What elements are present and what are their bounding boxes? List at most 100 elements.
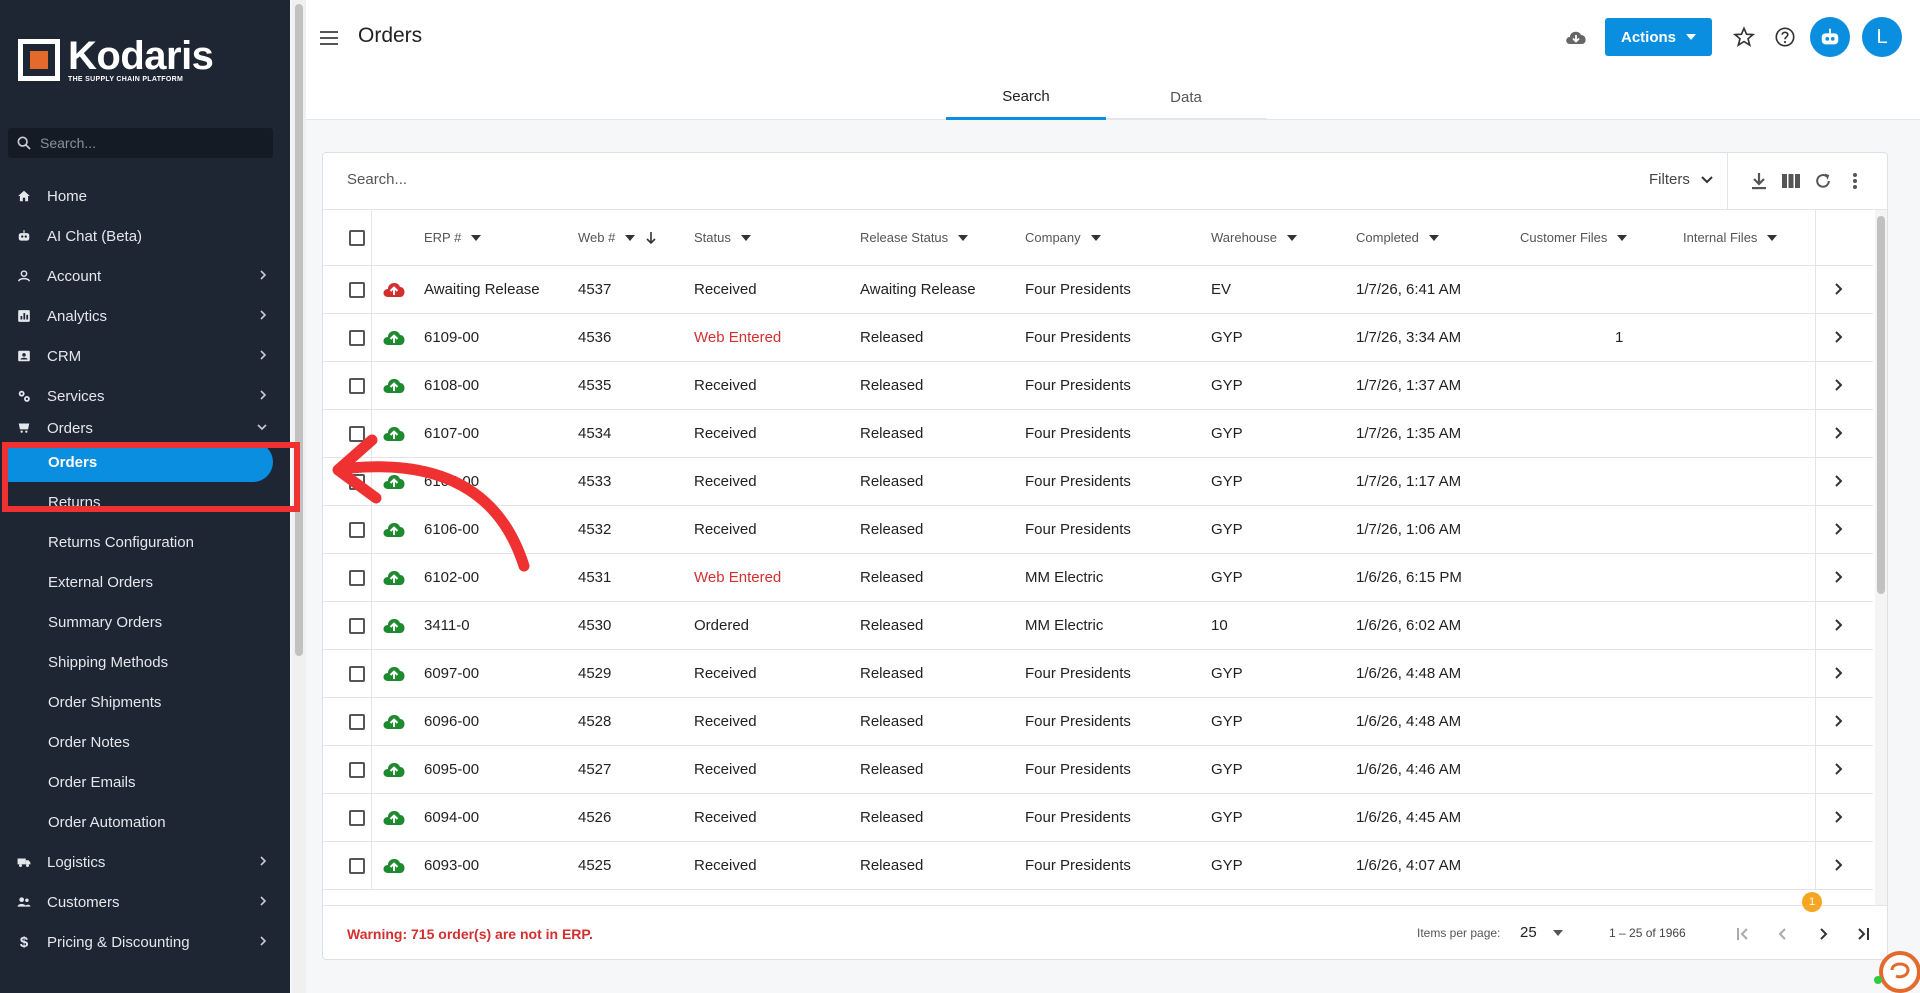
sidebar-item-orders[interactable]: Orders: [0, 416, 290, 442]
row-open-chevron-icon[interactable]: [1833, 522, 1843, 540]
column-header-status[interactable]: Status: [694, 230, 751, 245]
hamburger-menu-icon[interactable]: [318, 28, 340, 48]
row-checkbox[interactable]: [349, 282, 365, 298]
column-header-release-status[interactable]: Release Status: [860, 230, 969, 245]
cloud-upload-success-icon[interactable]: [381, 470, 407, 496]
tab-search[interactable]: Search: [946, 76, 1106, 120]
previous-page-icon[interactable]: [1763, 920, 1803, 948]
columns-icon[interactable]: [1775, 169, 1807, 193]
next-page-icon[interactable]: [1803, 920, 1843, 948]
table-row[interactable]: 6106-00 4532 Received Released Four Presiden…: [323, 506, 1873, 554]
column-header-warehouse[interactable]: Warehouse: [1211, 230, 1297, 245]
row-open-chevron-icon[interactable]: [1833, 378, 1843, 396]
cloud-upload-success-icon[interactable]: [381, 758, 407, 784]
table-row[interactable]: 6105-00 4533 Received Released Four Presiden…: [323, 458, 1873, 506]
table-scrollbar[interactable]: [1875, 210, 1887, 905]
star-icon[interactable]: [1725, 18, 1763, 56]
table-row[interactable]: 6097-00 4529 Received Released Four Presiden…: [323, 650, 1873, 698]
sidebar-item-crm[interactable]: CRM: [0, 336, 290, 376]
cloud-upload-success-icon[interactable]: [381, 374, 407, 400]
sidebar-subitem-order-notes[interactable]: Order Notes: [0, 722, 290, 762]
row-checkbox[interactable]: [349, 618, 365, 634]
row-open-chevron-icon[interactable]: [1833, 426, 1843, 444]
column-header-erp[interactable]: ERP #: [424, 230, 482, 245]
cloud-upload-error-icon[interactable]: [381, 278, 407, 304]
actions-button[interactable]: Actions: [1604, 18, 1712, 56]
column-header-customer-files[interactable]: Customer Files: [1520, 230, 1628, 245]
table-row[interactable]: Awaiting Release 4537 Received Awaiting Rel…: [323, 266, 1873, 314]
sidebar-item-home[interactable]: Home: [0, 176, 290, 216]
tab-data[interactable]: Data: [1106, 76, 1266, 120]
cloud-upload-success-icon[interactable]: [381, 518, 407, 544]
chat-widget-icon[interactable]: [1872, 942, 1920, 993]
row-open-chevron-icon[interactable]: [1833, 666, 1843, 684]
avatar[interactable]: L: [1862, 17, 1902, 57]
cloud-upload-success-icon[interactable]: [381, 854, 407, 880]
cloud-upload-success-icon[interactable]: [381, 806, 407, 832]
sidebar-subitem-returns-configuration[interactable]: Returns Configuration: [0, 522, 290, 562]
sidebar-item-logistics[interactable]: Logistics: [0, 842, 290, 882]
refresh-icon[interactable]: [1807, 169, 1839, 193]
ai-assistant-button[interactable]: [1810, 17, 1850, 57]
scrollbar-thumb[interactable]: [295, 4, 303, 656]
row-checkbox[interactable]: [349, 858, 365, 874]
row-checkbox[interactable]: [349, 426, 365, 442]
cloud-upload-success-icon[interactable]: [381, 566, 407, 592]
table-row[interactable]: 6093-00 4525 Received Released Four Presiden…: [323, 842, 1873, 890]
row-checkbox[interactable]: [349, 762, 365, 778]
cloud-upload-success-icon[interactable]: [381, 710, 407, 736]
cloud-upload-success-icon[interactable]: [381, 662, 407, 688]
table-row[interactable]: 3411-0 4530 Ordered Released MM Electric 10 1/…: [323, 602, 1873, 650]
row-open-chevron-icon[interactable]: [1833, 330, 1843, 348]
table-row[interactable]: 6107-00 4534 Received Released Four Presiden…: [323, 410, 1873, 458]
sidebar-subitem-summary-orders[interactable]: Summary Orders: [0, 602, 290, 642]
table-row[interactable]: 6096-00 4528 Received Released Four Presiden…: [323, 698, 1873, 746]
cloud-upload-success-icon[interactable]: [381, 614, 407, 640]
table-row[interactable]: 6108-00 4535 Received Released Four Presiden…: [323, 362, 1873, 410]
sidebar-subitem-order-shipments[interactable]: Order Shipments: [0, 682, 290, 722]
sidebar-subitem-order-emails[interactable]: Order Emails: [0, 762, 290, 802]
select-all-checkbox[interactable]: [349, 230, 365, 246]
column-header-company[interactable]: Company: [1025, 230, 1101, 245]
table-search-input[interactable]: [347, 171, 947, 188]
row-checkbox[interactable]: [349, 378, 365, 394]
sidebar-item-customers[interactable]: Customers: [0, 882, 290, 922]
help-icon[interactable]: [1766, 18, 1804, 56]
table-row[interactable]: 6094-00 4526 Received Released Four Presiden…: [323, 794, 1873, 842]
sidebar-item-pricing[interactable]: $ Pricing & Discounting: [0, 922, 290, 962]
sidebar-subitem-shipping-methods[interactable]: Shipping Methods: [0, 642, 290, 682]
sidebar-subitem-order-automation[interactable]: Order Automation: [0, 802, 290, 842]
sidebar-item-account[interactable]: Account: [0, 256, 290, 296]
row-checkbox[interactable]: [349, 714, 365, 730]
sidebar-item-ai-chat[interactable]: AI Chat (Beta): [0, 216, 290, 256]
row-open-chevron-icon[interactable]: [1833, 762, 1843, 780]
more-vert-icon[interactable]: [1839, 169, 1871, 193]
cloud-upload-success-icon[interactable]: [381, 326, 407, 352]
row-open-chevron-icon[interactable]: [1833, 714, 1843, 732]
sidebar-search[interactable]: [8, 128, 273, 158]
table-row[interactable]: 6095-00 4527 Received Released Four Presiden…: [323, 746, 1873, 794]
cloud-download-icon[interactable]: [1557, 18, 1595, 56]
sidebar-search-input[interactable]: [40, 135, 260, 151]
kodaris-logo[interactable]: Kodaris THE SUPPLY CHAIN PLATFORM: [18, 36, 214, 83]
column-header-completed[interactable]: Completed: [1356, 230, 1439, 245]
row-open-chevron-icon[interactable]: [1833, 474, 1843, 492]
sidebar-item-analytics[interactable]: Analytics: [0, 296, 290, 336]
column-header-internal-files[interactable]: Internal Files: [1683, 230, 1778, 245]
row-open-chevron-icon[interactable]: [1833, 282, 1843, 300]
items-per-page-select[interactable]: 25: [1520, 924, 1563, 941]
row-checkbox[interactable]: [349, 570, 365, 586]
row-open-chevron-icon[interactable]: [1833, 810, 1843, 828]
download-icon[interactable]: [1743, 169, 1775, 193]
sidebar-subitem-external-orders[interactable]: External Orders: [0, 562, 290, 602]
row-open-chevron-icon[interactable]: [1833, 858, 1843, 876]
row-checkbox[interactable]: [349, 810, 365, 826]
cloud-upload-success-icon[interactable]: [381, 422, 407, 448]
row-checkbox[interactable]: [349, 522, 365, 538]
row-checkbox[interactable]: [349, 330, 365, 346]
scrollbar-thumb[interactable]: [1877, 216, 1885, 594]
column-header-web[interactable]: Web #: [578, 230, 657, 245]
filters-button[interactable]: Filters: [1649, 171, 1714, 188]
first-page-icon[interactable]: [1723, 920, 1763, 948]
table-row[interactable]: 6109-00 4536 Web Entered Released Four Presi…: [323, 314, 1873, 362]
